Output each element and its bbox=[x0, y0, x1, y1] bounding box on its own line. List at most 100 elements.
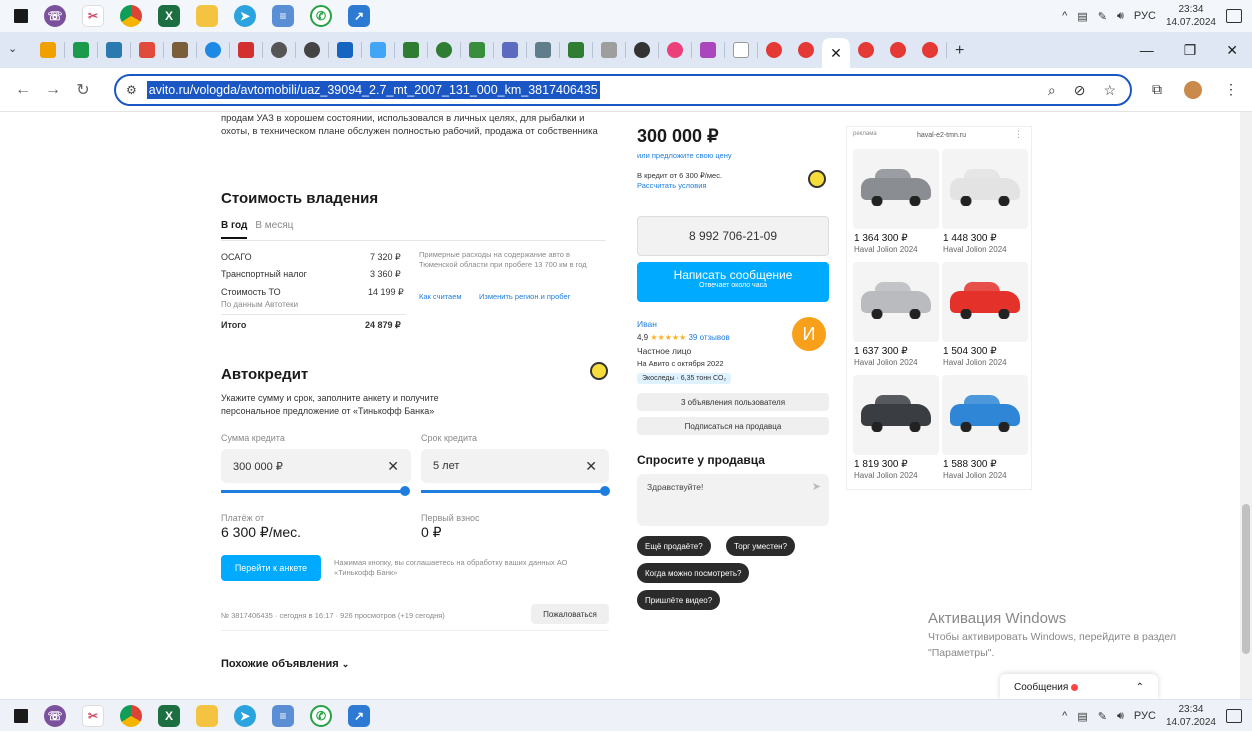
user-ads-button[interactable]: 3 объявления пользователя bbox=[637, 393, 829, 411]
tab-favicon[interactable] bbox=[436, 42, 452, 58]
reviews-link[interactable]: 39 отзывов bbox=[688, 333, 729, 342]
tab-active[interactable]: ✕ bbox=[822, 38, 850, 68]
more-icon[interactable]: ⋮ bbox=[1014, 129, 1023, 140]
url-text[interactable]: avito.ru/vologda/avtomobili/uaz_39094_2.… bbox=[146, 81, 600, 99]
ad-car-image[interactable] bbox=[853, 262, 939, 342]
tab-favicon[interactable] bbox=[238, 42, 254, 58]
tab-month[interactable]: В месяц bbox=[255, 220, 293, 239]
quick-question-chip[interactable]: Пришлёте видео? bbox=[637, 590, 721, 610]
show-phone-button[interactable]: 8 992 706-21-09 bbox=[637, 216, 829, 256]
ad-car-image[interactable] bbox=[942, 262, 1028, 342]
write-message-button[interactable]: Написать сообщение Отвечает около часа bbox=[637, 262, 829, 302]
language-indicator[interactable]: РУС bbox=[1134, 710, 1156, 722]
avatar[interactable]: И bbox=[792, 317, 826, 351]
tab-list-icon[interactable]: ⌄ bbox=[8, 42, 24, 58]
credit-amount-field[interactable]: 300 000 ₽ ✕ bbox=[221, 449, 411, 483]
close-window-icon[interactable]: ✕ bbox=[1226, 42, 1238, 59]
scrollbar-thumb[interactable] bbox=[1242, 504, 1250, 654]
message-input[interactable]: Здравствуйте! ➤ bbox=[637, 474, 829, 526]
tab-year[interactable]: В год bbox=[221, 220, 248, 239]
chevron-up-icon[interactable]: ^ bbox=[1062, 710, 1067, 722]
clock[interactable]: 23:34 14.07.2024 bbox=[1166, 3, 1216, 29]
tab-favicon[interactable] bbox=[40, 42, 56, 58]
credit-term-slider[interactable] bbox=[421, 486, 610, 496]
excel-icon[interactable]: X bbox=[158, 5, 180, 27]
credit-term-value[interactable]: 5 лет bbox=[433, 460, 459, 472]
close-icon[interactable]: ✕ bbox=[830, 45, 842, 62]
tab-favicon[interactable] bbox=[766, 42, 782, 58]
volume-icon[interactable]: 🔊︎ bbox=[1117, 10, 1124, 23]
ad-car-image[interactable] bbox=[853, 149, 939, 229]
slider-handle[interactable] bbox=[400, 486, 410, 496]
start-icon[interactable] bbox=[14, 708, 28, 723]
clear-icon[interactable]: ✕ bbox=[387, 458, 399, 475]
propose-price-link[interactable]: или предложите свою цену bbox=[637, 149, 732, 162]
excel-icon[interactable]: X bbox=[158, 704, 180, 727]
ad-block[interactable]: реклама haval-e2-tmn.ru ⋮ 1 364 300 ₽ Ha… bbox=[846, 126, 1032, 490]
volume-icon[interactable]: 🔊︎ bbox=[1117, 710, 1124, 723]
tab-favicon[interactable] bbox=[205, 42, 221, 58]
tab-favicon[interactable] bbox=[73, 42, 89, 58]
subscribe-button[interactable]: Подписаться на продавца bbox=[637, 417, 829, 435]
start-icon[interactable] bbox=[14, 9, 28, 23]
menu-icon[interactable]: ⋮ bbox=[1224, 81, 1238, 98]
seller-name[interactable]: Иван bbox=[637, 318, 657, 331]
ad-car-image[interactable] bbox=[942, 149, 1028, 229]
minimize-icon[interactable]: — bbox=[1140, 42, 1154, 58]
change-region-link[interactable]: Изменить регион и пробег bbox=[479, 290, 570, 303]
tab-favicon[interactable] bbox=[922, 42, 938, 58]
profile-avatar[interactable] bbox=[1184, 80, 1202, 99]
credit-term-field[interactable]: 5 лет ✕ bbox=[421, 449, 609, 483]
notepad-icon[interactable]: ≡ bbox=[272, 704, 294, 727]
viber-icon[interactable]: ☏ bbox=[44, 5, 66, 27]
tab-favicon[interactable] bbox=[469, 42, 485, 58]
tab-favicon[interactable] bbox=[304, 42, 320, 58]
credit-amount-value[interactable]: 300 000 ₽ bbox=[233, 460, 283, 473]
snip-icon[interactable]: ✂ bbox=[82, 5, 104, 27]
telegram-icon[interactable]: ➤ bbox=[234, 5, 256, 27]
star-icon[interactable]: ☆ bbox=[1103, 82, 1116, 99]
restore-icon[interactable]: ❐ bbox=[1184, 42, 1197, 59]
app-blue-icon[interactable]: ↗ bbox=[348, 704, 370, 727]
tab-favicon[interactable] bbox=[568, 42, 584, 58]
chrome-icon[interactable] bbox=[120, 704, 142, 727]
whatsapp-icon[interactable]: ✆ bbox=[310, 5, 332, 27]
ad-car-image[interactable] bbox=[853, 375, 939, 455]
ad-car-image[interactable] bbox=[942, 375, 1028, 455]
url-input[interactable]: ⚙ avito.ru/vologda/avtomobili/uaz_39094_… bbox=[114, 74, 1132, 106]
tab-favicon[interactable] bbox=[502, 42, 518, 58]
tab-favicon[interactable] bbox=[798, 42, 814, 58]
slider-handle[interactable] bbox=[600, 486, 610, 496]
pen-icon[interactable]: ✎ bbox=[1098, 10, 1107, 23]
network-icon[interactable]: ▤ bbox=[1077, 10, 1087, 23]
folder-icon[interactable] bbox=[196, 5, 218, 27]
credit-amount-slider[interactable] bbox=[221, 486, 410, 496]
tab-favicon[interactable] bbox=[337, 42, 353, 58]
tab-favicon[interactable] bbox=[890, 42, 906, 58]
pen-icon[interactable]: ✎ bbox=[1098, 710, 1107, 723]
go-to-form-button[interactable]: Перейти к анкете bbox=[221, 555, 321, 581]
tab-favicon[interactable] bbox=[601, 42, 617, 58]
snip-icon[interactable]: ✂ bbox=[82, 704, 104, 727]
tab-favicon[interactable] bbox=[634, 42, 650, 58]
ad-brand[interactable]: haval-e2-tmn.ru bbox=[917, 132, 966, 139]
language-indicator[interactable]: РУС bbox=[1134, 10, 1156, 22]
send-icon[interactable]: ➤ bbox=[812, 480, 821, 493]
tab-favicon[interactable] bbox=[370, 42, 386, 58]
tab-favicon[interactable] bbox=[172, 42, 188, 58]
tab-favicon[interactable] bbox=[139, 42, 155, 58]
reload-icon[interactable]: ↻ bbox=[68, 80, 98, 100]
back-icon[interactable]: ← bbox=[8, 81, 38, 99]
app-blue-icon[interactable]: ↗ bbox=[348, 5, 370, 27]
telegram-icon[interactable]: ➤ bbox=[234, 704, 256, 727]
viber-icon[interactable]: ☏ bbox=[44, 704, 66, 727]
new-tab-icon[interactable]: + bbox=[955, 42, 971, 59]
quick-question-chip[interactable]: Торг уместен? bbox=[726, 536, 796, 556]
tab-favicon[interactable] bbox=[667, 42, 683, 58]
forward-icon[interactable]: → bbox=[38, 81, 68, 99]
whatsapp-icon[interactable]: ✆ bbox=[310, 704, 332, 727]
tab-favicon[interactable] bbox=[106, 42, 122, 58]
notepad-icon[interactable]: ≡ bbox=[272, 5, 294, 27]
complain-button[interactable]: Пожаловаться bbox=[531, 604, 609, 624]
chrome-icon[interactable] bbox=[120, 5, 142, 27]
